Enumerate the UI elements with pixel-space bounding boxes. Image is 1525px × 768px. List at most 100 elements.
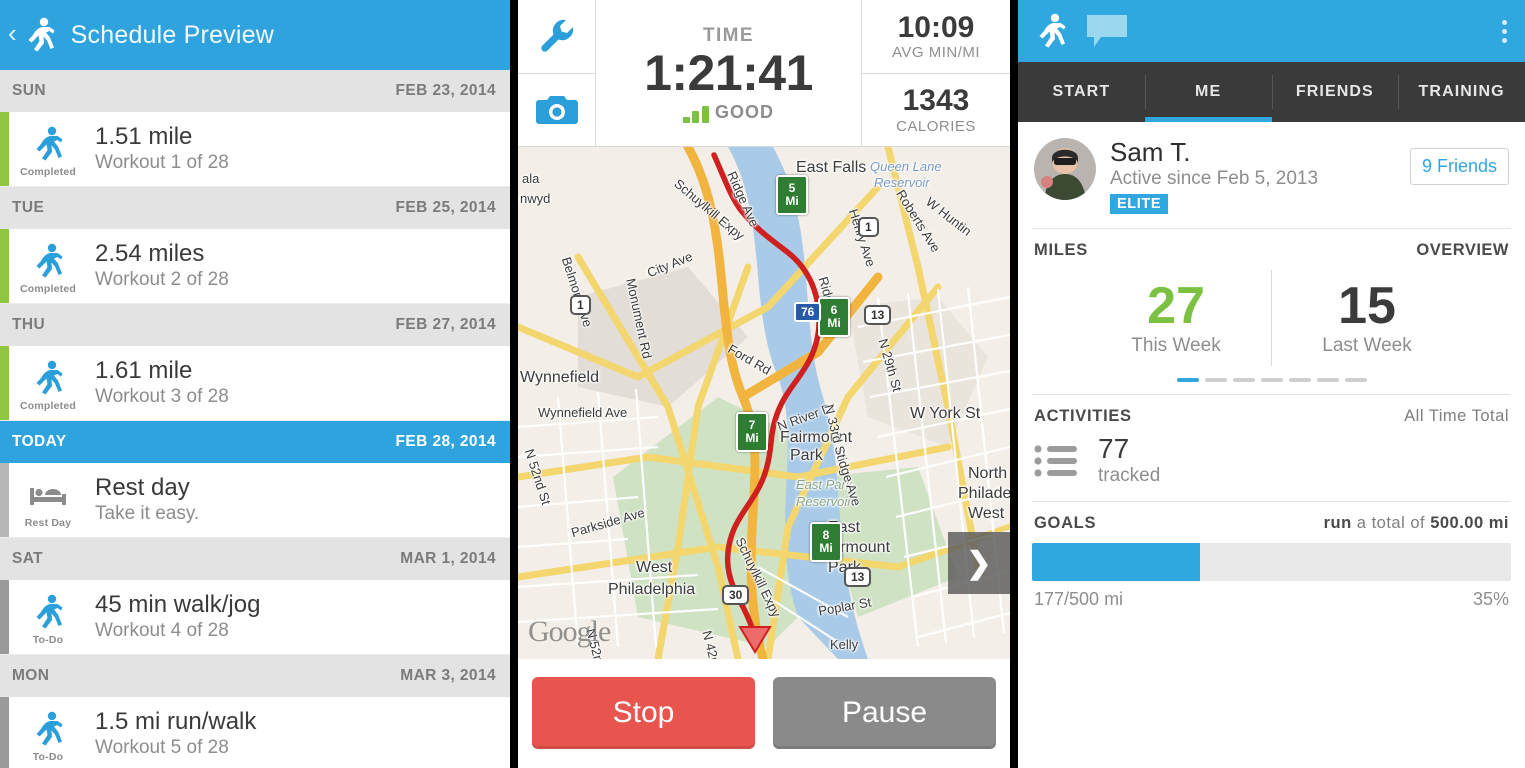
route-shield-icon: 1 bbox=[570, 295, 591, 315]
workout-row[interactable]: Rest Day Rest day Take it easy. bbox=[0, 463, 510, 538]
pause-button[interactable]: Pause bbox=[773, 677, 996, 749]
day-header: SUN FEB 23, 2014 bbox=[0, 70, 510, 112]
page-dot[interactable] bbox=[1260, 378, 1283, 383]
workout-text: 45 min walk/jog Workout 4 of 28 bbox=[87, 580, 260, 654]
tracker-action-bar: Stop Pause bbox=[518, 659, 1010, 767]
time-label: TIME bbox=[703, 25, 754, 46]
goal-progress-text: 177/500 mi bbox=[1034, 588, 1124, 609]
workout-row[interactable]: Completed 1.51 mile Workout 1 of 28 bbox=[0, 112, 510, 187]
stop-button[interactable]: Stop bbox=[532, 677, 755, 749]
workout-title: 2.54 miles bbox=[95, 239, 205, 267]
wrench-icon[interactable] bbox=[518, 0, 595, 73]
page-dot[interactable] bbox=[1176, 378, 1199, 383]
activities-title: ACTIVITIES bbox=[1034, 407, 1132, 426]
profile-panel: START ME FRIENDS TRAINING Sam T. Active … bbox=[1018, 0, 1525, 768]
page-dot[interactable] bbox=[1316, 378, 1339, 383]
google-logo: Google bbox=[528, 615, 611, 648]
gps-signal-indicator: GOOD bbox=[682, 102, 774, 123]
avg-pace-unit: AVG MIN/MI bbox=[891, 44, 981, 61]
route-shield-icon: 13 bbox=[864, 305, 892, 325]
goal-total: 500.00 mi bbox=[1430, 513, 1509, 532]
runner-icon bbox=[31, 358, 65, 398]
page-dot[interactable] bbox=[1232, 378, 1255, 383]
avatar[interactable] bbox=[1034, 138, 1096, 200]
workout-text: 1.61 mile Workout 3 of 28 bbox=[87, 346, 229, 420]
mile-marker: 5 Mi bbox=[776, 175, 808, 215]
last-week-value: 15 bbox=[1338, 276, 1396, 335]
page-dot[interactable] bbox=[1344, 378, 1367, 383]
goals-title: GOALS bbox=[1034, 513, 1097, 532]
tracker-time-block: TIME 1:21:41 GOOD bbox=[596, 0, 862, 146]
route-shield-icon: 13 bbox=[844, 567, 872, 587]
calories-stat: 1343 CALORIES bbox=[862, 72, 1010, 147]
tracker-tool-column bbox=[518, 0, 596, 146]
workout-title: 1.61 mile bbox=[95, 356, 193, 384]
day-header: MON MAR 3, 2014 bbox=[0, 655, 510, 697]
workout-row[interactable]: Completed 2.54 miles Workout 2 of 28 bbox=[0, 229, 510, 304]
workout-tracker-panel: TIME 1:21:41 GOOD 10:09 AVG MIN/MI 1343 … bbox=[518, 0, 1010, 768]
day-date: FEB 28, 2014 bbox=[395, 433, 496, 450]
tracker-secondary-stats: 10:09 AVG MIN/MI 1343 CALORIES bbox=[862, 0, 1010, 146]
tab-training[interactable]: TRAINING bbox=[1398, 62, 1525, 122]
goal-progress-bar bbox=[1032, 542, 1511, 581]
activities-row[interactable]: 77 tracked bbox=[1018, 426, 1525, 501]
user-name: Sam T. bbox=[1110, 137, 1191, 167]
carousel-page-indicator[interactable] bbox=[1018, 370, 1525, 394]
goal-description: run a total of 500.00 mi bbox=[1324, 514, 1509, 533]
workout-status-label: Completed bbox=[19, 400, 77, 412]
elapsed-time-value: 1:21:41 bbox=[644, 45, 813, 101]
miles-title: MILES bbox=[1034, 241, 1088, 260]
route-shield-icon: 1 bbox=[858, 217, 879, 237]
route-map[interactable]: ala nwyd Belmont Ave City Ave Monument R… bbox=[518, 147, 1010, 659]
profile-identity: Sam T. Active since Feb 5, 2013 ELITE bbox=[1110, 137, 1396, 215]
page-dot[interactable] bbox=[1204, 378, 1227, 383]
page-dot[interactable] bbox=[1288, 378, 1311, 383]
miles-overview-link[interactable]: OVERVIEW bbox=[1416, 241, 1509, 260]
calories-value: 1343 bbox=[902, 84, 970, 117]
back-icon[interactable]: ‹ bbox=[4, 20, 23, 50]
workout-subtitle: Workout 5 of 28 bbox=[95, 737, 229, 759]
tab-me[interactable]: ME bbox=[1144, 62, 1272, 122]
mile-marker: 6 Mi bbox=[818, 297, 850, 337]
route-shield-icon: 76 bbox=[794, 302, 822, 322]
workout-row[interactable]: To-Do 1.5 mi run/walk Workout 5 of 28 bbox=[0, 697, 510, 768]
workout-subtitle: Workout 3 of 28 bbox=[95, 386, 229, 408]
runner-icon bbox=[31, 709, 65, 749]
day-name: SAT bbox=[12, 550, 44, 567]
avg-pace-value: 10:09 bbox=[897, 10, 975, 44]
mile-marker-unit: Mi bbox=[819, 541, 833, 555]
runner-icon[interactable] bbox=[1034, 12, 1068, 50]
map-next-button[interactable]: ❯ bbox=[948, 532, 1010, 594]
workout-status-label: To-Do bbox=[32, 634, 64, 646]
tab-friends[interactable]: FRIENDS bbox=[1271, 62, 1399, 122]
workout-title: Rest day bbox=[95, 473, 190, 501]
workout-title: 45 min walk/jog bbox=[95, 590, 261, 618]
camera-icon[interactable] bbox=[518, 72, 595, 147]
friends-button[interactable]: 9 Friends bbox=[1409, 148, 1509, 185]
tab-start[interactable]: START bbox=[1018, 62, 1145, 122]
workout-icon-cell: To-Do bbox=[9, 697, 87, 768]
workout-row[interactable]: Completed 1.61 mile Workout 3 of 28 bbox=[0, 346, 510, 421]
goals-section-header: GOALS run a total of 500.00 mi bbox=[1018, 502, 1525, 533]
workout-title: 1.51 mile bbox=[95, 122, 193, 150]
profile-appbar bbox=[1018, 0, 1525, 62]
overflow-menu-icon[interactable] bbox=[1498, 14, 1511, 49]
last-week-stat: 15 Last Week bbox=[1272, 279, 1462, 358]
workout-icon-cell: Completed bbox=[9, 229, 87, 303]
this-week-stat: 27 This Week bbox=[1081, 279, 1271, 358]
workout-subtitle: Take it easy. bbox=[95, 503, 200, 525]
day-date: MAR 1, 2014 bbox=[400, 550, 496, 567]
mile-marker: 8 Mi bbox=[810, 522, 842, 562]
workout-status-label: To-Do bbox=[32, 751, 64, 763]
workout-status-label: Completed bbox=[19, 283, 77, 295]
avg-pace-stat: 10:09 AVG MIN/MI bbox=[862, 0, 1010, 73]
goal-verb: run bbox=[1323, 513, 1352, 532]
workout-icon-cell: To-Do bbox=[9, 580, 87, 654]
runner-icon bbox=[31, 592, 65, 632]
workout-status-label: Rest Day bbox=[24, 517, 72, 529]
status-accent-bar bbox=[0, 229, 9, 303]
chat-bubble-icon[interactable] bbox=[1086, 14, 1128, 48]
workout-text: Rest day Take it easy. bbox=[87, 463, 199, 537]
workout-row[interactable]: To-Do 45 min walk/jog Workout 4 of 28 bbox=[0, 580, 510, 655]
active-since: Active since Feb 5, 2013 bbox=[1110, 168, 1319, 190]
